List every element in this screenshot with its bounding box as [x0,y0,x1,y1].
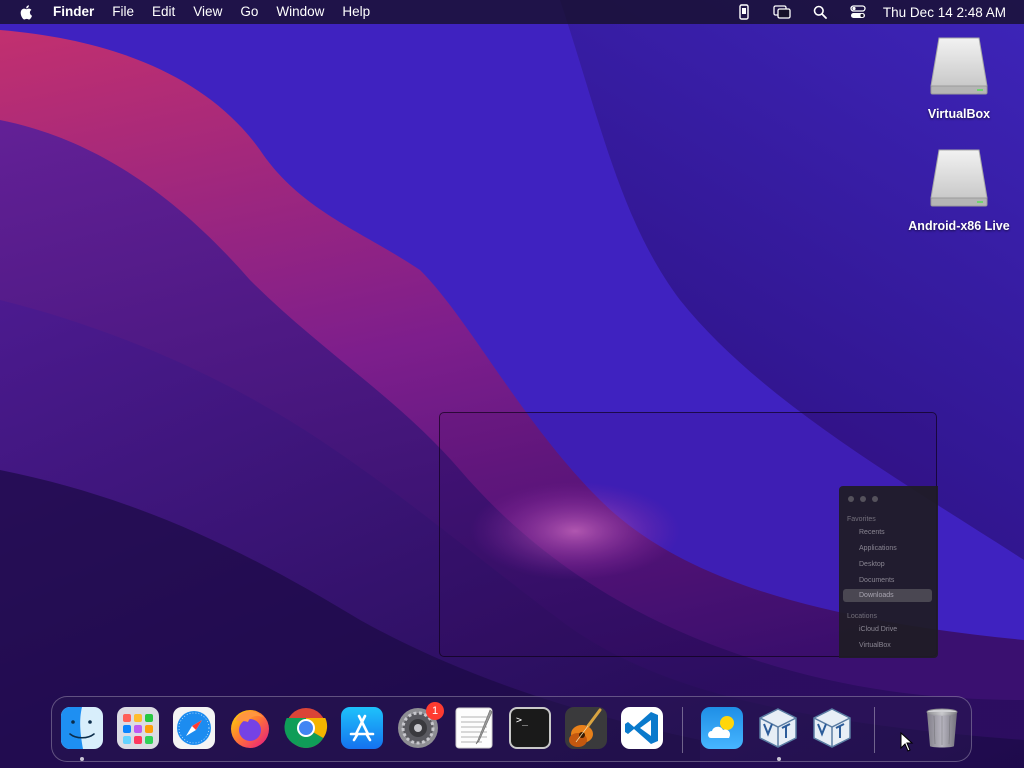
dock-weather[interactable] [700,706,744,750]
firefox-icon [231,710,269,748]
sidebar-item-recents[interactable]: Recents [859,529,885,536]
desktop-drive-android-x86[interactable]: Android-x86 Live [899,148,1019,233]
dock-finder[interactable] [60,706,104,750]
garageband-icon [565,707,607,749]
menu-help[interactable]: Help [333,0,379,24]
dock: 1 >_ [51,696,972,762]
sidebar-item-applications[interactable]: Applications [859,545,897,552]
menu-go[interactable]: Go [231,0,267,24]
drive-icon [929,36,989,98]
dock-garageband[interactable] [564,706,608,750]
phone-mirroring-icon[interactable] [735,4,753,20]
running-indicator [80,757,84,761]
sidebar-item-downloads[interactable]: Downloads [843,589,932,602]
mouse-cursor-icon [900,732,914,752]
finder-icon [61,707,103,749]
dock-app-store[interactable] [340,706,384,750]
menu-window[interactable]: Window [267,0,333,24]
dock-system-settings[interactable]: 1 [396,702,444,750]
desktop-drive-virtualbox[interactable]: VirtualBox [899,36,1019,121]
virtualbox-icon [759,708,797,748]
launchpad-icon [117,707,159,749]
trash-icon [926,708,958,748]
virtualbox-icon [813,708,851,748]
menu-app-finder[interactable]: Finder [53,0,103,24]
sidebar-item-desktop[interactable]: Desktop [859,561,885,568]
dock-vscode[interactable] [620,706,664,750]
control-center-icon[interactable] [849,4,867,20]
sidebar-item-virtualbox[interactable]: VirtualBox [859,642,891,649]
dock-firefox[interactable] [228,706,272,750]
terminal-prompt: >_ [516,715,529,726]
menu-bar-clock[interactable]: Thu Dec 14 2:48 AM [883,5,1006,20]
drive-label: VirtualBox [927,107,991,121]
weather-icon [701,707,743,749]
notification-badge: 1 [426,702,444,720]
menu-bar: Finder File Edit View Go Window Help Thu… [0,0,1024,24]
sidebar-item-icloud-drive[interactable]: iCloud Drive [859,626,897,633]
dock-safari[interactable] [172,706,216,750]
dock-virtualbox-vm[interactable] [810,706,854,750]
sidebar-section-locations: Locations [847,613,877,620]
textedit-icon [455,707,493,749]
menu-edit[interactable]: Edit [143,0,184,24]
drive-icon [929,148,989,210]
chrome-icon [284,708,328,748]
sidebar-item-documents[interactable]: Documents [859,577,894,584]
sidebar-section-favorites: Favorites [847,516,876,523]
dock-separator [874,707,875,753]
dock-virtualbox[interactable] [756,706,800,750]
vscode-icon [621,707,663,749]
drive-label: Android-x86 Live [908,219,1010,233]
menu-view[interactable]: View [184,0,231,24]
dock-launchpad[interactable] [116,706,160,750]
window-traffic-lights [848,496,884,502]
dock-textedit[interactable] [452,706,496,750]
dock-separator [682,707,683,753]
dock-trash[interactable] [920,706,964,750]
finder-window-sidebar-ghost: Favorites Recents Applications Desktop D… [839,486,938,658]
apple-menu-icon[interactable] [19,4,35,20]
dock-terminal[interactable]: >_ [508,706,552,750]
dock-chrome[interactable] [284,706,328,750]
screen-mirroring-icon[interactable] [773,4,791,20]
terminal-icon: >_ [509,707,551,749]
app-store-icon [341,707,383,749]
menu-file[interactable]: File [103,0,143,24]
running-indicator [777,757,781,761]
safari-icon [173,707,215,749]
spotlight-icon[interactable] [811,4,829,20]
